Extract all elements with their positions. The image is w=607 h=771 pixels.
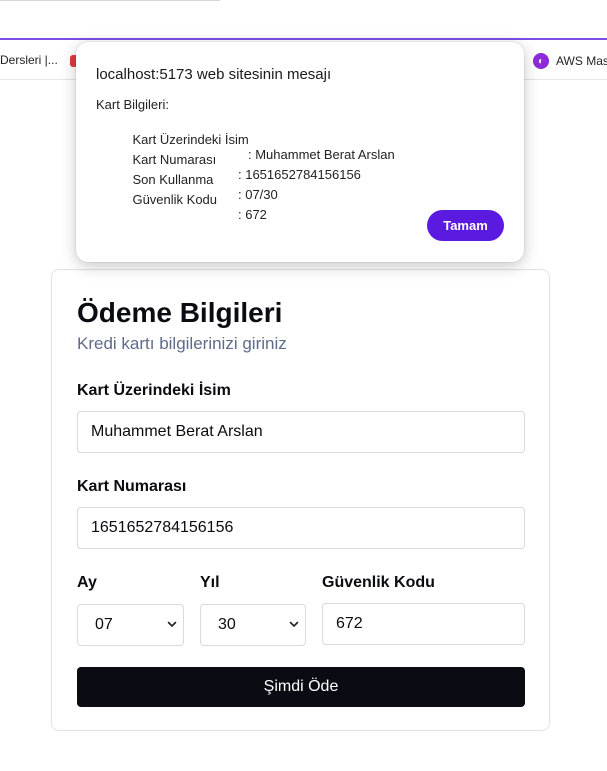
ok-button[interactable]: Tamam [427,210,504,241]
bookmark-item-aws[interactable]: ◐ AWS Mas [533,51,607,71]
alert-title: localhost:5173 web sitesinin mesajı [96,66,332,83]
chevron-down-icon [167,621,177,627]
alert-row-value: : 672 [238,207,267,222]
browser-chrome [0,0,607,42]
year-value: 30 [218,616,236,633]
bookmark-item-left[interactable]: Dersleri |... [0,53,58,67]
month-select[interactable]: 07 [77,604,184,646]
card-number-input[interactable]: 1651652784156156 [77,507,525,549]
month-value: 07 [95,616,113,633]
month-label: Ay [77,574,97,591]
alert-row-value: : 1651652784156156 [238,167,361,182]
address-bar[interactable] [0,10,607,40]
card-number-label: Kart Numarası [77,478,187,495]
alert-row-label: Güvenlik Kodu [132,192,218,207]
card-name-value: Muhammet Berat Arslan [91,423,263,440]
alert-dialog: localhost:5173 web sitesinin mesajı Kart… [76,42,524,262]
payment-card: Ödeme Bilgileri Kredi kartı bilgileriniz… [51,269,550,731]
aws-bookmark-icon: ◐ [533,53,549,69]
year-select[interactable]: 30 [200,604,306,646]
card-name-input[interactable]: Muhammet Berat Arslan [77,411,525,453]
cvv-label: Güvenlik Kodu [322,574,435,591]
page-subtitle: Kredi kartı bilgilerinizi giriniz [77,334,287,353]
card-number-value: 1651652784156156 [91,519,234,536]
alert-row-value: : Muhammet Berat Arslan [248,147,395,162]
bookmark-item-aws-label: AWS Mas [556,54,607,68]
cvv-input[interactable]: 672 [322,603,525,645]
alert-row-value: : 07/30 [238,187,278,202]
year-label: Yıl [200,574,220,591]
card-name-label: Kart Üzerindeki İsim [77,382,231,399]
pay-now-button[interactable]: Şimdi Öde [77,667,525,707]
alert-heading: Kart Bilgileri: [96,97,169,112]
cvv-value: 672 [336,615,363,632]
page-title: Ödeme Bilgileri [77,297,283,328]
chevron-down-icon [289,621,299,627]
alert-row-cvv: Güvenlik Kodu : 672 [118,177,266,237]
tab-strip-edge [0,0,220,1]
